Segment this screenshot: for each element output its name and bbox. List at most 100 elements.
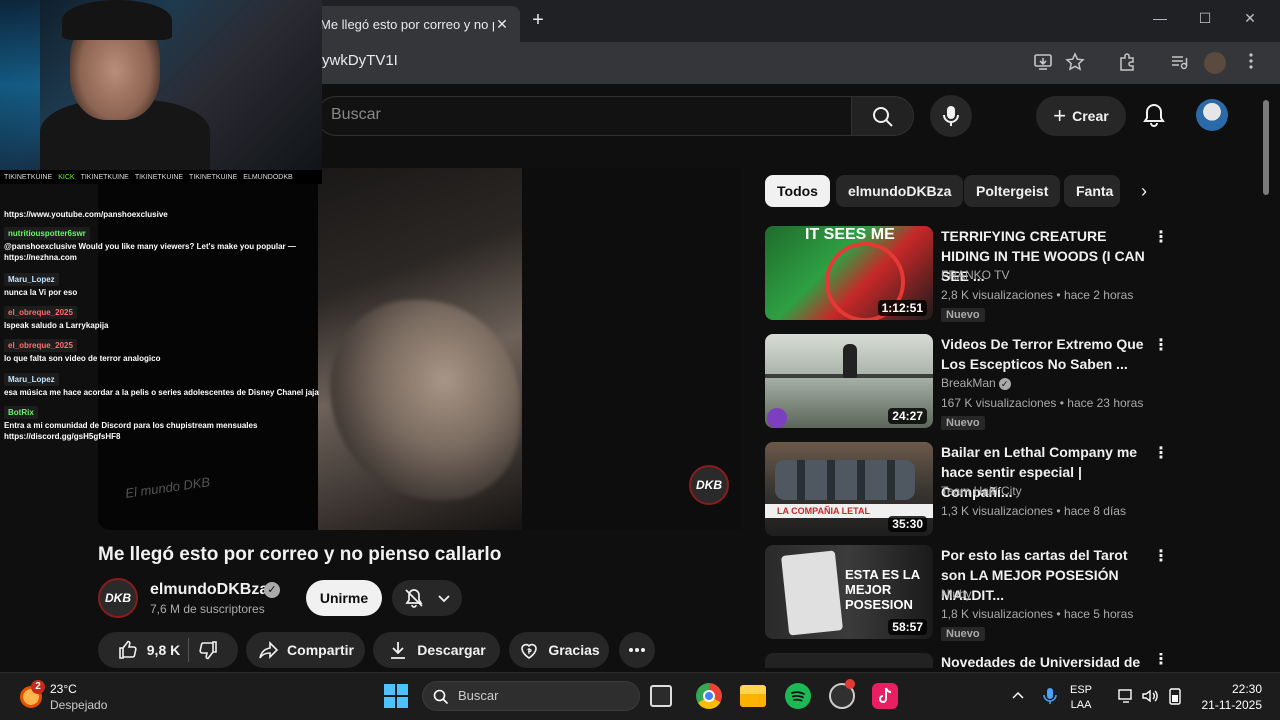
close-window-icon[interactable]: ✕: [1238, 10, 1262, 30]
join-button[interactable]: Unirme: [306, 580, 382, 616]
like-divider: [188, 638, 190, 662]
volume-icon[interactable]: [1141, 687, 1159, 705]
thanks-button[interactable]: Gracias: [509, 632, 609, 668]
video-duration: 24:27: [888, 408, 927, 424]
channel-name[interactable]: FRANKO TV: [941, 268, 1009, 282]
video-menu-icon[interactable]: ⋮: [1153, 653, 1169, 668]
browser-tab[interactable]: Me llegó esto por correo y no pienso cal…: [310, 6, 520, 42]
language-indicator[interactable]: ESP LAA: [1070, 683, 1092, 713]
taskbar-search-input[interactable]: [422, 681, 640, 711]
task-view-icon[interactable]: [650, 685, 672, 707]
like-dislike-group[interactable]: 9,8 K: [98, 632, 238, 668]
weather-widget[interactable]: 2 23°C Despejado: [18, 680, 138, 714]
install-app-icon[interactable]: [1032, 52, 1054, 74]
new-tab-icon[interactable]: +: [527, 10, 549, 32]
chat-message: Maru_Lopez nunca la Vi por eso: [4, 273, 324, 298]
recommended-video[interactable]: Novedades de Universidad de ⋮: [765, 653, 1245, 668]
microphone-icon: [943, 106, 959, 126]
chrome-icon[interactable]: [696, 683, 722, 709]
subscribed-notifications-button[interactable]: [392, 580, 462, 616]
chat-text: nunca la Vi por eso: [4, 288, 78, 297]
scrollbar-thumb[interactable]: [1263, 100, 1269, 195]
channel-name[interactable]: BreakMan ✓: [941, 376, 1011, 390]
notifications-bell-icon[interactable]: [1140, 101, 1168, 129]
profile-avatar[interactable]: [1204, 52, 1226, 74]
video-title[interactable]: Novedades de Universidad de: [941, 653, 1151, 668]
spotify-icon[interactable]: [785, 683, 811, 709]
tiktok-icon[interactable]: [872, 683, 898, 709]
video-title[interactable]: Por esto las cartas del Tarot son LA MEJ…: [941, 545, 1151, 605]
bookmark-star-icon[interactable]: [1064, 52, 1086, 74]
maximize-icon[interactable]: ☐: [1193, 10, 1217, 30]
search-button[interactable]: [851, 96, 914, 136]
tray-chevron-up-icon[interactable]: [1010, 688, 1026, 704]
recommended-video[interactable]: 24:27 Videos De Terror Extremo Que Los E…: [765, 334, 1245, 430]
media-control-icon[interactable]: [1168, 52, 1190, 74]
more-actions-button[interactable]: [619, 632, 655, 668]
video-thumbnail[interactable]: [765, 653, 933, 668]
tab-close-icon[interactable]: ✕: [494, 16, 510, 33]
social-handle: TIKINETKUINE: [134, 173, 184, 181]
streamer-webcam: [0, 0, 322, 170]
stream-chat: https://www.youtube.com/panshoexclusive …: [0, 184, 326, 454]
clock-time: 22:30: [1231, 682, 1262, 696]
upload-age: hace 8 días: [1063, 504, 1126, 518]
share-button[interactable]: Compartir: [246, 632, 365, 668]
chip-poltergeist[interactable]: Poltergeist: [964, 175, 1061, 207]
social-handle: TIKINETKUINE: [80, 173, 129, 181]
weather-condition: Despejado: [50, 698, 108, 712]
recommended-video[interactable]: ESTA ES LA MEJOR POSESION 58:57 Por esto…: [765, 545, 1245, 641]
obs-icon[interactable]: [829, 679, 855, 709]
chip-todos[interactable]: Todos: [765, 175, 830, 207]
search-input[interactable]: [316, 96, 851, 136]
video-menu-icon[interactable]: ⋮: [1153, 228, 1169, 248]
extensions-icon[interactable]: [1116, 52, 1138, 74]
video-thumbnail[interactable]: 24:27: [765, 334, 933, 428]
video-menu-icon[interactable]: ⋮: [1153, 336, 1169, 356]
video-menu-icon[interactable]: ⋮: [1153, 444, 1169, 464]
social-handle: TIKINETKUINE: [189, 173, 238, 181]
video-thumbnail[interactable]: ESTA ES LA MEJOR POSESION 58:57: [765, 545, 933, 639]
system-clock[interactable]: 22:30 21-11-2025: [1196, 681, 1263, 713]
more-menu-icon[interactable]: [1240, 52, 1262, 74]
chat-username: el_obreque_2025: [4, 306, 77, 319]
taskbar-search-placeholder: Buscar: [458, 688, 499, 703]
video-thumbnail[interactable]: IT SEES ME 1:12:51: [765, 226, 933, 320]
super-thanks-icon: [521, 643, 538, 659]
account-avatar[interactable]: [1196, 99, 1228, 131]
recommended-video[interactable]: LA COMPAÑIA LETAL 35:30 Bailar en Lethal…: [765, 442, 1245, 538]
minimize-icon[interactable]: —: [1148, 10, 1172, 30]
view-count: 167 K visualizaciones: [941, 396, 1057, 410]
network-icon[interactable]: [1117, 687, 1135, 705]
stream-social-bar: TIKINETKUINE KICK TIKINETKUINE TIKINETKU…: [0, 170, 322, 184]
social-handle: ELMUNDODKB: [243, 173, 293, 181]
chip-channel[interactable]: elmundoDKBza: [836, 175, 964, 207]
file-explorer-icon[interactable]: [740, 685, 766, 707]
channel-avatar[interactable]: DKB: [98, 578, 138, 618]
recommended-video[interactable]: IT SEES ME 1:12:51 TERRIFYING CREATURE H…: [765, 226, 1245, 322]
webcam-person-cap: [62, 0, 172, 40]
chevron-right-icon[interactable]: ›: [1132, 180, 1156, 204]
chat-username: nutritiouspotter6swr: [4, 227, 90, 240]
url-field[interactable]: ywkDyTV1I: [322, 52, 398, 69]
channel-name[interactable]: Niuby: [941, 587, 972, 601]
create-button[interactable]: + Crear: [1036, 96, 1126, 136]
channel-name[interactable]: elmundoDKBza: [150, 581, 268, 599]
view-count: 2,8 K visualizaciones: [941, 288, 1054, 302]
subscriber-count: 7,6 M de suscriptores: [150, 602, 265, 616]
voice-search-button[interactable]: [930, 95, 972, 137]
tray-mic-icon[interactable]: [1042, 686, 1058, 706]
chip-fanta[interactable]: Fanta: [1064, 175, 1120, 207]
windows-start-icon[interactable]: [384, 684, 408, 708]
chat-text: lo que falta son video de terror analogi…: [4, 354, 161, 363]
search-placeholder: Buscar: [331, 106, 381, 123]
battery-icon[interactable]: [1166, 687, 1184, 705]
download-button[interactable]: Descargar: [373, 632, 500, 668]
video-thumbnail[interactable]: LA COMPAÑIA LETAL 35:30: [765, 442, 933, 536]
video-title[interactable]: Videos De Terror Extremo Que Los Escepti…: [941, 334, 1151, 374]
social-handle: KICK: [58, 173, 75, 181]
video-menu-icon[interactable]: ⋮: [1153, 547, 1169, 567]
channel-watermark[interactable]: DKB: [689, 465, 729, 505]
channel-name[interactable]: Team Haiti City: [941, 484, 1022, 498]
chat-message: BotRix Entra a mi comunidad de Discord p…: [4, 406, 324, 442]
